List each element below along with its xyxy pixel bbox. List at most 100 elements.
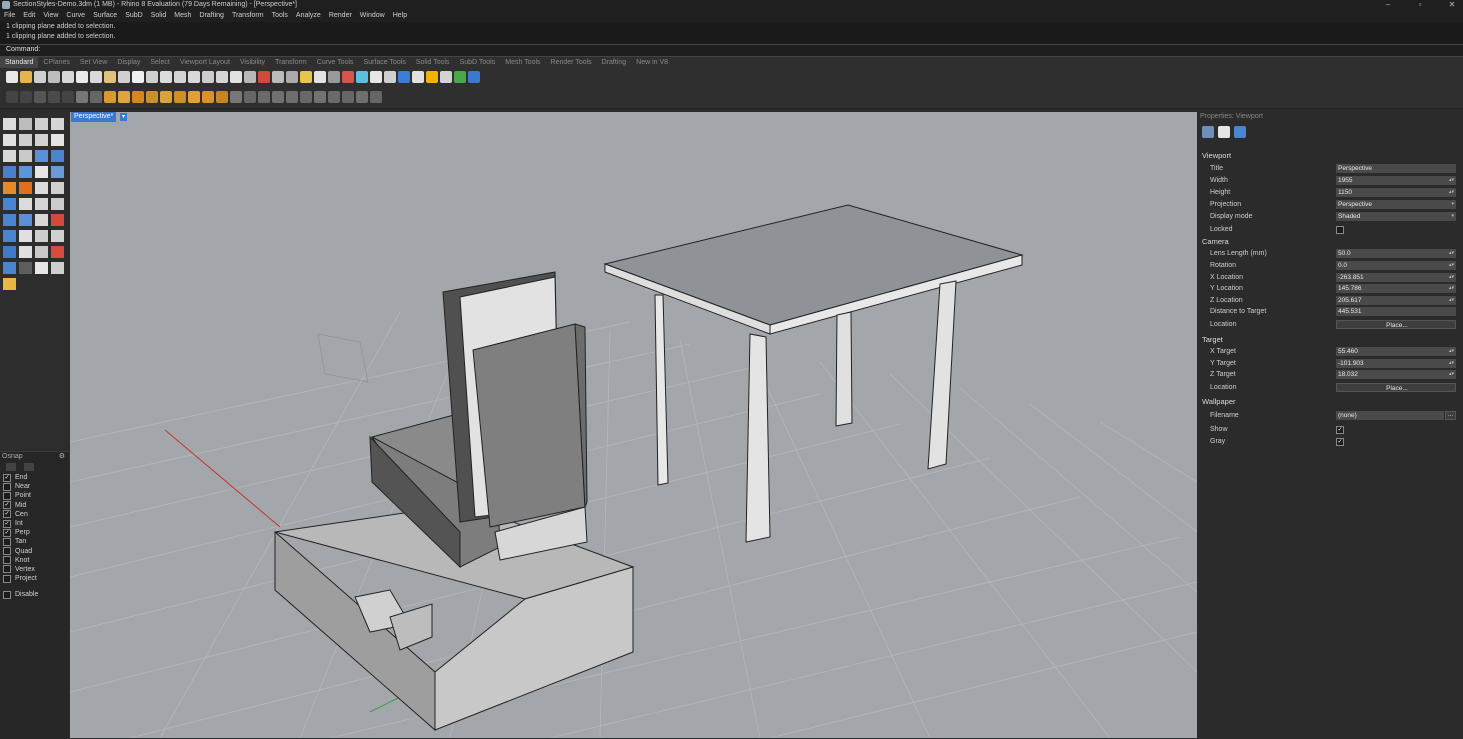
- menu-render[interactable]: Render: [325, 11, 356, 22]
- checkbox[interactable]: [3, 574, 11, 583]
- ring-icon[interactable]: [188, 91, 200, 103]
- menu-file[interactable]: File: [0, 11, 19, 22]
- tab-standard[interactable]: Standard: [0, 57, 39, 68]
- osnap-int[interactable]: ✓ Int: [0, 519, 69, 528]
- layer-tool-icon[interactable]: [3, 246, 16, 258]
- tab-solid-tools[interactable]: Solid Tools: [411, 57, 455, 68]
- boolean-union-icon[interactable]: [3, 198, 16, 210]
- check-tool-icon[interactable]: [35, 262, 48, 274]
- show-icon[interactable]: [272, 71, 284, 83]
- render-tool-icon[interactable]: [51, 246, 64, 258]
- select-icon[interactable]: [258, 71, 270, 83]
- join-icon[interactable]: [272, 91, 284, 103]
- section-icon[interactable]: [104, 91, 116, 103]
- split-icon[interactable]: [244, 91, 256, 103]
- undo-view-icon[interactable]: [216, 71, 228, 83]
- cplane-icon[interactable]: [244, 71, 256, 83]
- checkbox[interactable]: [3, 556, 11, 565]
- circle-disabled-icon[interactable]: [62, 91, 74, 103]
- osnap-end[interactable]: ✓ End: [0, 473, 69, 482]
- undo-disabled-icon[interactable]: [6, 91, 18, 103]
- menu-solid[interactable]: Solid: [147, 11, 171, 22]
- z-target-field[interactable]: 18.032 ▴▾: [1336, 370, 1456, 379]
- y-location-field[interactable]: 145.786 ▴▾: [1336, 284, 1456, 293]
- refresh-icon[interactable]: [356, 91, 368, 103]
- osnap-cen[interactable]: ✓ Cen: [0, 510, 69, 519]
- ellipse-tool-icon[interactable]: [19, 134, 32, 146]
- export-icon[interactable]: [62, 71, 74, 83]
- point-icon[interactable]: [76, 91, 88, 103]
- osnap-disable[interactable]: Disable: [0, 590, 69, 599]
- target-place-button[interactable]: Place...: [1336, 383, 1456, 392]
- zoom-extents-icon[interactable]: [188, 71, 200, 83]
- checkbox[interactable]: [3, 547, 11, 556]
- shade-icon[interactable]: [328, 71, 340, 83]
- offset-icon[interactable]: [300, 91, 312, 103]
- x-location-field[interactable]: -263.851 ▴▾: [1336, 273, 1456, 282]
- osnap-perp[interactable]: ✓ Perp: [0, 528, 69, 537]
- checkbox[interactable]: [3, 590, 11, 599]
- mirror-tool-icon[interactable]: [19, 214, 32, 226]
- menu-subd[interactable]: SubD: [121, 11, 147, 22]
- move-tool-icon[interactable]: [35, 198, 48, 210]
- cut-icon[interactable]: [76, 71, 88, 83]
- clipping-plane-icon[interactable]: [118, 91, 130, 103]
- tab-curve-tools[interactable]: Curve Tools: [312, 57, 359, 68]
- print-icon[interactable]: [48, 71, 60, 83]
- fillet-icon[interactable]: [35, 150, 48, 162]
- tab-subd-tools[interactable]: SubD Tools: [455, 57, 501, 68]
- save-icon[interactable]: [34, 71, 46, 83]
- title-field[interactable]: Perspective: [1336, 164, 1456, 173]
- tab-surface-tools[interactable]: Surface Tools: [359, 57, 411, 68]
- history-tool-icon[interactable]: [3, 262, 16, 274]
- array-tool-icon[interactable]: [35, 214, 48, 226]
- tab-transform[interactable]: Transform: [270, 57, 312, 68]
- checkbox[interactable]: ✓: [3, 519, 11, 528]
- tab-viewport-layout[interactable]: Viewport Layout: [175, 57, 235, 68]
- pan-icon[interactable]: [132, 71, 144, 83]
- checkbox[interactable]: ✓: [3, 501, 11, 510]
- x-target-field[interactable]: 55.460 ▴▾: [1336, 347, 1456, 356]
- snap-tool-icon[interactable]: [19, 262, 32, 274]
- osnap-knot[interactable]: Knot: [0, 556, 69, 565]
- menu-view[interactable]: View: [39, 11, 62, 22]
- width-field[interactable]: 1955 ▴▾: [1336, 176, 1456, 185]
- analysis-tool-icon[interactable]: [35, 246, 48, 258]
- checkbox[interactable]: [3, 482, 11, 491]
- osnap-toggle-icon[interactable]: [6, 463, 16, 471]
- polygon-tool-icon[interactable]: [3, 150, 16, 162]
- cloud-icon[interactable]: [174, 91, 186, 103]
- osnap-near[interactable]: Near: [0, 482, 69, 491]
- pattern-icon[interactable]: [216, 91, 228, 103]
- menu-transform[interactable]: Transform: [228, 11, 268, 22]
- chevron-down-icon[interactable]: ▾: [120, 113, 127, 121]
- osnap-mid[interactable]: ✓ Mid: [0, 501, 69, 510]
- tab-mesh-tools[interactable]: Mesh Tools: [500, 57, 545, 68]
- tab-display[interactable]: Display: [112, 57, 145, 68]
- viewport-title-tab[interactable]: Perspective*: [71, 112, 117, 122]
- cone-tool-icon[interactable]: [51, 166, 64, 178]
- box-tool-icon[interactable]: [3, 166, 16, 178]
- boolean-icon[interactable]: [314, 91, 326, 103]
- osnap-point[interactable]: Point: [0, 491, 69, 500]
- scale-tool-icon[interactable]: [3, 214, 16, 226]
- zoom-window-icon[interactable]: [174, 71, 186, 83]
- select-arrow-icon[interactable]: [3, 118, 16, 130]
- mesh-icon[interactable]: [328, 91, 340, 103]
- z-location-field[interactable]: 205.617 ▴▾: [1336, 296, 1456, 305]
- mesh-tool-icon[interactable]: [3, 182, 16, 194]
- burst-icon[interactable]: [202, 91, 214, 103]
- gear-icon[interactable]: ⚙: [59, 452, 65, 460]
- orient-tool-icon[interactable]: [51, 214, 64, 226]
- height-field[interactable]: 1150 ▴▾: [1336, 188, 1456, 197]
- zoom-icon[interactable]: [160, 71, 172, 83]
- options-icon[interactable]: [454, 71, 466, 83]
- y-target-field[interactable]: -101.903 ▴▾: [1336, 359, 1456, 368]
- tab-render-tools[interactable]: Render Tools: [546, 57, 597, 68]
- projection-select[interactable]: Perspective ▾: [1336, 200, 1456, 209]
- rotation-field[interactable]: 0.0 ▴▾: [1336, 261, 1456, 270]
- command-line[interactable]: Command:: [0, 44, 1463, 57]
- layer-icon[interactable]: [370, 71, 382, 83]
- place-button[interactable]: Place...: [1336, 320, 1456, 329]
- gray-checkbox[interactable]: ✓: [1336, 438, 1344, 446]
